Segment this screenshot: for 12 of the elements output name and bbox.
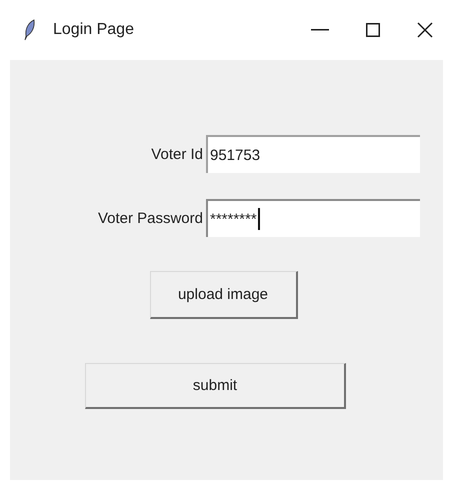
field-label: Voter Id [151,146,203,162]
feather-icon [24,19,36,41]
close-icon[interactable] [417,22,433,38]
input-field[interactable]: ******** [206,199,420,237]
minimize-icon[interactable] [311,29,329,31]
submit-button[interactable]: submit [85,363,346,409]
field-label: Voter Password [98,210,203,226]
text-cursor [258,208,260,230]
input-field[interactable]: 951753 [206,135,420,173]
upload-button[interactable]: upload image [150,271,298,319]
window-title: Login Page [53,21,134,39]
maximize-icon[interactable] [366,23,380,37]
